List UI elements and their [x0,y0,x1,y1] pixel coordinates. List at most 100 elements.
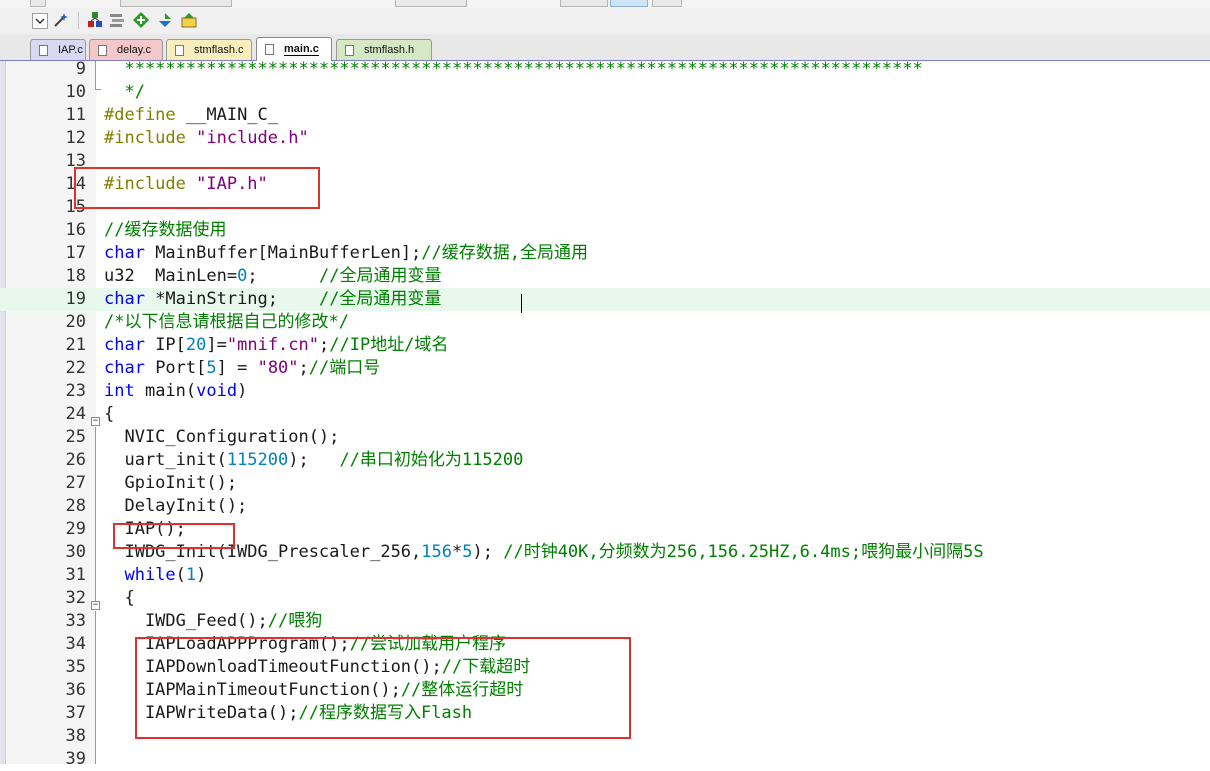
line-number: 23 [65,381,86,401]
options-icon[interactable] [180,11,198,29]
annotation-box [74,167,320,209]
code-line[interactable]: 31 while(1) [0,564,1210,587]
code-token: //端口号 [308,358,381,378]
line-number: 18 [65,266,86,286]
line-number: 32 [65,588,86,608]
fold-collapse-icon[interactable]: − [91,601,100,610]
code-token: //串口初始化为115200 [339,450,524,470]
line-number: 30 [65,542,86,562]
code-text: #define __MAIN_C_ [104,104,278,127]
code-text: uart_init(115200); //串口初始化为115200 [104,449,523,472]
code-line[interactable]: 12 #include "include.h" [0,127,1210,150]
toolbar-mini-button[interactable] [610,0,648,7]
code-token: #define [104,105,186,125]
code-token: "include.h" [196,128,309,148]
tab-stmflash-c[interactable]: stmflash.c [166,39,252,60]
load-icon[interactable] [108,11,126,29]
code-line[interactable]: 20 /*以下信息请根据自己的修改*/ [0,311,1210,334]
toolbar-mini-button[interactable] [395,0,467,7]
code-text: ****************************************… [104,58,922,81]
toolbar-mini-button[interactable] [652,0,682,7]
code-token: ]= [206,335,227,355]
code-text: GpioInit(); [104,472,237,495]
code-token: "80" [257,358,299,378]
code-line[interactable]: 25 NVIC_Configuration(); [0,426,1210,449]
code-line[interactable]: 27 GpioInit(); [0,472,1210,495]
wand-icon[interactable] [52,11,70,29]
tab-iap-c[interactable]: IAP.c [30,39,86,60]
code-token: void [196,381,238,401]
code-token: 5 [462,542,473,562]
code-token: //缓存数据,全局通用 [421,243,589,263]
toolbar-separator [78,12,79,29]
line-number: 27 [65,473,86,493]
code-line[interactable]: 18 u32 MainLen=0; //全局通用变量 [0,265,1210,288]
code-line[interactable]: 16 //缓存数据使用 [0,219,1210,242]
code-text: char Port[5] = "80";//端口号 [104,357,380,380]
code-token: //喂狗 [267,611,323,631]
code-token: 1 [185,565,197,585]
dropdown-icon[interactable] [32,13,48,29]
code-token: //全局通用变量 [318,266,442,286]
file-icon [175,44,184,56]
code-token: ) [237,381,248,401]
code-text: IWDG_Init(IWDG_Prescaler_256,156*5); //时… [104,541,983,564]
code-token: ; [247,266,319,286]
code-token: char [104,243,145,263]
line-number: 19 [65,289,86,309]
code-line[interactable]: 33 IWDG_Feed();//喂狗 [0,610,1210,633]
toolbar-mini-button[interactable] [30,0,46,7]
code-token: Port[ [144,358,207,378]
tab-label: delay.c [117,44,152,56]
toolbar-mini-button[interactable] [560,0,608,7]
code-token: MainBuffer[MainBufferLen]; [144,243,422,263]
fold-collapse-icon[interactable]: − [91,417,100,426]
line-number: 17 [65,243,86,263]
annotation-box [113,523,235,549]
code-token: uart_init( [104,450,227,470]
code-token: #include [104,128,197,148]
line-number: 31 [65,565,86,585]
debug-icon[interactable] [156,11,174,29]
code-line[interactable]: 39 [0,748,1210,771]
tab-label: IAP.c [58,44,83,56]
line-number: 34 [65,634,86,654]
code-token: 0 [237,266,248,286]
download-icon[interactable] [132,11,150,29]
file-icon [345,44,354,56]
line-number: 20 [65,312,86,332]
code-line[interactable]: 19 char *MainString; //全局通用变量 [0,288,1210,311]
line-number: 11 [65,105,86,125]
build-target-icon[interactable] [86,11,104,29]
code-text: while(1) [104,564,206,587]
fold-guide [95,89,101,90]
toolbar-mini-button[interactable] [120,0,232,7]
line-number: 16 [65,220,86,240]
code-text: #include "include.h" [104,127,309,150]
line-number: 35 [65,657,86,677]
code-line[interactable]: 28 DelayInit(); [0,495,1210,518]
code-line[interactable]: 21 char IP[20]="mnif.cn";//IP地址/域名 [0,334,1210,357]
code-text: //缓存数据使用 [104,219,226,242]
code-token: { [104,404,115,424]
fold-guide [95,611,96,764]
code-line[interactable]: 26 uart_init(115200); //串口初始化为115200 [0,449,1210,472]
code-line[interactable]: 11 #define __MAIN_C_ [0,104,1210,127]
code-text: { [104,587,135,610]
code-line[interactable]: 9 **************************************… [0,58,1210,81]
code-line[interactable]: 32 { [0,587,1210,610]
toolbar [0,0,1210,35]
code-text: NVIC_Configuration(); [104,426,339,449]
tab-delay-c[interactable]: delay.c [89,39,163,60]
code-text: { [104,403,114,426]
line-number: 9 [75,59,86,79]
code-line[interactable]: 10 */ [0,81,1210,104]
code-token: { [104,588,135,608]
code-line[interactable]: 22 char Port[5] = "80";//端口号 [0,357,1210,380]
code-editor[interactable]: 9 **************************************… [0,58,1210,769]
code-line[interactable]: 17 char MainBuffer[MainBufferLen];//缓存数据,… [0,242,1210,265]
code-line[interactable]: 24 { [0,403,1210,426]
code-line[interactable]: 23 int main(void) [0,380,1210,403]
tab-stmflash-h[interactable]: stmflash.h [336,39,432,60]
